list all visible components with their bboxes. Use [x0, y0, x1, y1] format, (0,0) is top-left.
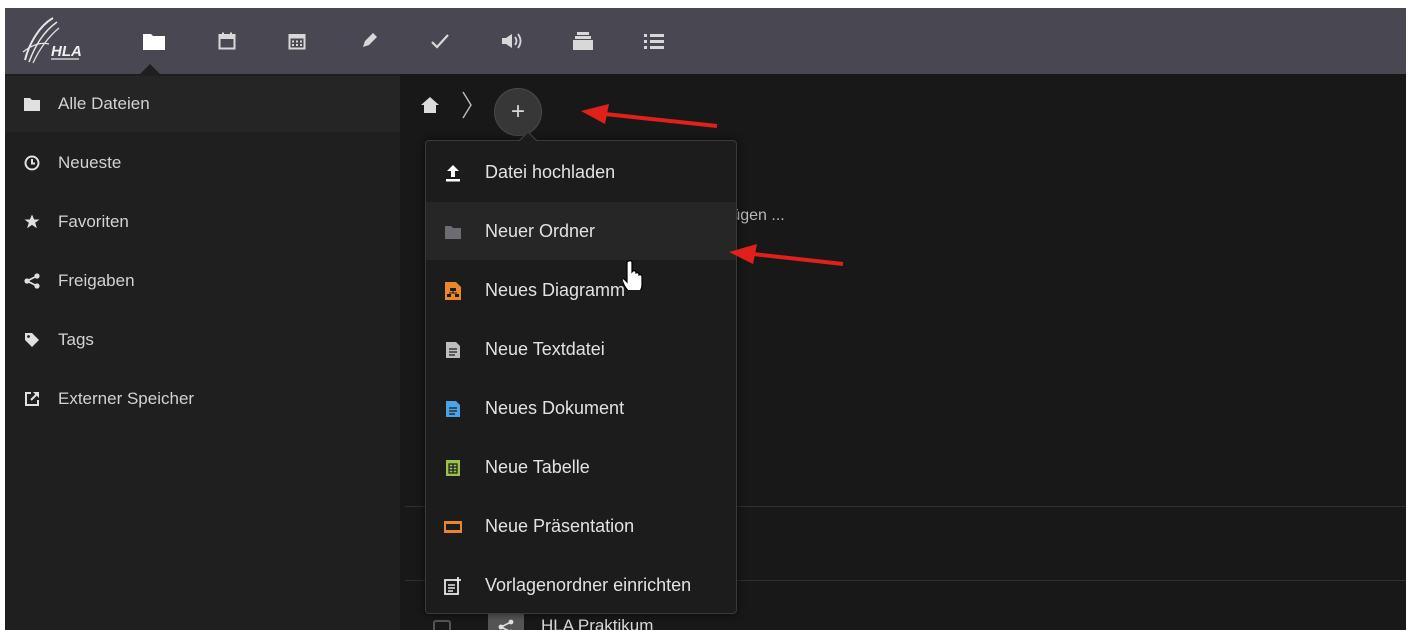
menu-item-label: Datei hochladen — [485, 162, 616, 182]
logo-text: HLA — [51, 43, 82, 60]
share-icon — [488, 612, 524, 630]
new-file-menu: Datei hochladen Neuer Ordner Neues Diagr… — [425, 131, 737, 614]
hla-logo[interactable]: HLA — [19, 14, 95, 68]
archive-icon[interactable] — [566, 25, 600, 57]
breadcrumb-separator-icon — [460, 90, 474, 125]
annotation-arrow — [581, 104, 718, 128]
menu-item-new-folder[interactable]: Neuer Ordner — [426, 202, 736, 260]
sidebar-item-label: Externer Speicher — [58, 389, 195, 408]
sidebar-item-shares[interactable]: Freigaben — [5, 253, 400, 309]
sidebar: Alle Dateien Neueste Favoriten Freigaben… — [5, 74, 400, 630]
menu-item-setup-template-folder[interactable]: Vorlagenordner einrichten — [426, 556, 736, 614]
file-name[interactable]: HLA Praktikum — [541, 616, 653, 630]
calendar-icon[interactable] — [210, 25, 244, 57]
share-icon — [23, 272, 41, 290]
sidebar-item-external-storage[interactable]: Externer Speicher — [5, 371, 400, 427]
clock-icon — [23, 154, 41, 172]
diagram-icon — [443, 281, 463, 301]
folder-icon — [23, 95, 41, 113]
menu-item-label: Neuer Ordner — [485, 221, 596, 241]
menu-item-upload-file[interactable]: Datei hochladen — [426, 143, 736, 201]
presentation-icon — [443, 517, 463, 537]
pencil-icon[interactable] — [352, 25, 386, 57]
menu-item-new-text-file[interactable]: Neue Textdatei — [426, 320, 736, 378]
sidebar-item-label: Tags — [58, 330, 94, 349]
template-icon — [443, 576, 463, 596]
menu-item-label: Neue Tabelle — [485, 457, 590, 477]
row-checkbox[interactable] — [433, 620, 451, 630]
annotation-arrow — [729, 244, 844, 266]
files-app: HLA Alle Dateien Neueste Favoriten Freig… — [5, 8, 1406, 630]
external-link-icon — [23, 390, 41, 408]
checkmark-icon[interactable] — [423, 25, 457, 57]
menu-item-new-presentation[interactable]: Neue Präsentation — [426, 497, 736, 555]
menu-item-new-spreadsheet[interactable]: Neue Tabelle — [426, 438, 736, 496]
sidebar-item-label: Neueste — [58, 153, 122, 172]
sidebar-item-favorites[interactable]: Favoriten — [5, 194, 400, 250]
star-icon — [23, 213, 41, 231]
sidebar-item-recent[interactable]: Neueste — [5, 135, 400, 191]
files-app-icon[interactable] — [137, 25, 171, 57]
active-app-indicator — [140, 64, 160, 74]
hand-cursor-icon — [623, 260, 643, 290]
menu-item-new-diagram[interactable]: Neues Diagramm — [426, 261, 736, 319]
sidebar-item-label: Favoriten — [58, 212, 129, 231]
folder-icon — [443, 222, 463, 242]
menu-caret — [519, 133, 537, 142]
menu-item-label: Vorlagenordner einrichten — [485, 575, 692, 595]
menu-item-new-document[interactable]: Neues Dokument — [426, 379, 736, 437]
menu-item-label: Neues Dokument — [485, 398, 625, 418]
sidebar-item-label: Freigaben — [58, 271, 135, 290]
tag-icon — [23, 331, 41, 349]
list-icon[interactable] — [637, 25, 671, 57]
document-icon — [443, 399, 463, 419]
new-button[interactable]: + — [494, 88, 542, 136]
top-header: HLA — [5, 8, 1406, 74]
sidebar-item-tags[interactable]: Tags — [5, 312, 400, 368]
home-icon[interactable] — [420, 96, 440, 119]
menu-item-label: Neue Präsentation — [485, 516, 635, 536]
upload-icon — [443, 163, 463, 183]
spreadsheet-icon — [443, 458, 463, 478]
sidebar-item-label: Alle Dateien — [58, 94, 150, 113]
speaker-icon[interactable] — [495, 25, 529, 57]
text-file-icon — [443, 340, 463, 360]
menu-item-label: Neues Diagramm — [485, 280, 626, 300]
sidebar-item-all-files[interactable]: Alle Dateien — [5, 76, 400, 132]
menu-item-label: Neue Textdatei — [485, 339, 605, 359]
calendar-grid-icon[interactable] — [280, 25, 314, 57]
